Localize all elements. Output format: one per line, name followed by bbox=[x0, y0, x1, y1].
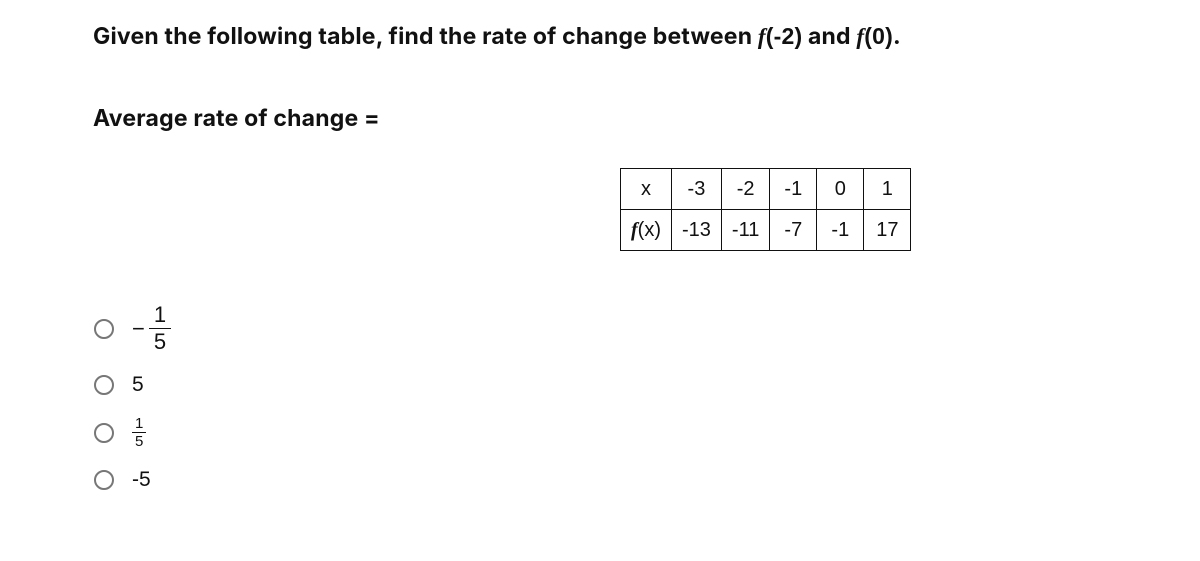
answer-options: −15 5 15 -5 bbox=[94, 302, 171, 510]
question-prefix: Given the following table, find the rate… bbox=[93, 22, 758, 50]
question-between: and bbox=[802, 22, 856, 50]
fraction: 15 bbox=[149, 302, 171, 355]
fraction: 15 bbox=[132, 415, 146, 450]
fraction-denominator: 5 bbox=[149, 329, 171, 355]
radio-icon bbox=[94, 319, 114, 339]
option-b[interactable]: 5 bbox=[94, 373, 171, 397]
table-cell: -3 bbox=[672, 169, 722, 210]
prompt-text: Average rate of change = bbox=[93, 104, 380, 132]
table-cell: 17 bbox=[864, 210, 911, 251]
option-d[interactable]: -5 bbox=[94, 468, 171, 492]
f1-symbol: f bbox=[758, 24, 766, 49]
option-b-label: 5 bbox=[132, 373, 144, 397]
radio-icon bbox=[94, 470, 114, 490]
question-suffix: . bbox=[893, 22, 901, 50]
question-text: Given the following table, find the rate… bbox=[93, 22, 901, 50]
fx-arg: (x) bbox=[638, 219, 661, 241]
f2-arg: (0) bbox=[864, 23, 893, 49]
table-cell: -13 bbox=[672, 210, 722, 251]
table-header-fx: f(x) bbox=[621, 210, 672, 251]
fraction-numerator: 1 bbox=[132, 415, 146, 433]
radio-icon bbox=[94, 375, 114, 395]
option-c[interactable]: 15 bbox=[94, 415, 171, 450]
option-a[interactable]: −15 bbox=[94, 302, 171, 355]
f1-arg: (-2) bbox=[766, 23, 803, 49]
table-cell: -7 bbox=[770, 210, 817, 251]
table-cell: -1 bbox=[770, 169, 817, 210]
table-cell: 1 bbox=[864, 169, 911, 210]
option-c-label: 15 bbox=[132, 415, 146, 450]
page-root: Given the following table, find the rate… bbox=[0, 0, 1200, 561]
table-row: f(x) -13 -11 -7 -1 17 bbox=[621, 210, 911, 251]
negative-sign: − bbox=[132, 316, 145, 342]
data-table: x -3 -2 -1 0 1 f(x) -13 -11 -7 -1 17 bbox=[620, 168, 911, 251]
table-cell: -11 bbox=[721, 210, 769, 251]
fraction-numerator: 1 bbox=[149, 302, 171, 329]
table-cell: -2 bbox=[721, 169, 769, 210]
table-header-x: x bbox=[621, 169, 672, 210]
fraction-denominator: 5 bbox=[132, 433, 146, 450]
table-cell: 0 bbox=[817, 169, 864, 210]
option-d-label: -5 bbox=[132, 468, 151, 492]
option-a-label: −15 bbox=[132, 302, 171, 355]
radio-icon bbox=[94, 423, 114, 443]
table-cell: -1 bbox=[817, 210, 864, 251]
table-row: x -3 -2 -1 0 1 bbox=[621, 169, 911, 210]
fx-symbol: f bbox=[631, 219, 638, 241]
